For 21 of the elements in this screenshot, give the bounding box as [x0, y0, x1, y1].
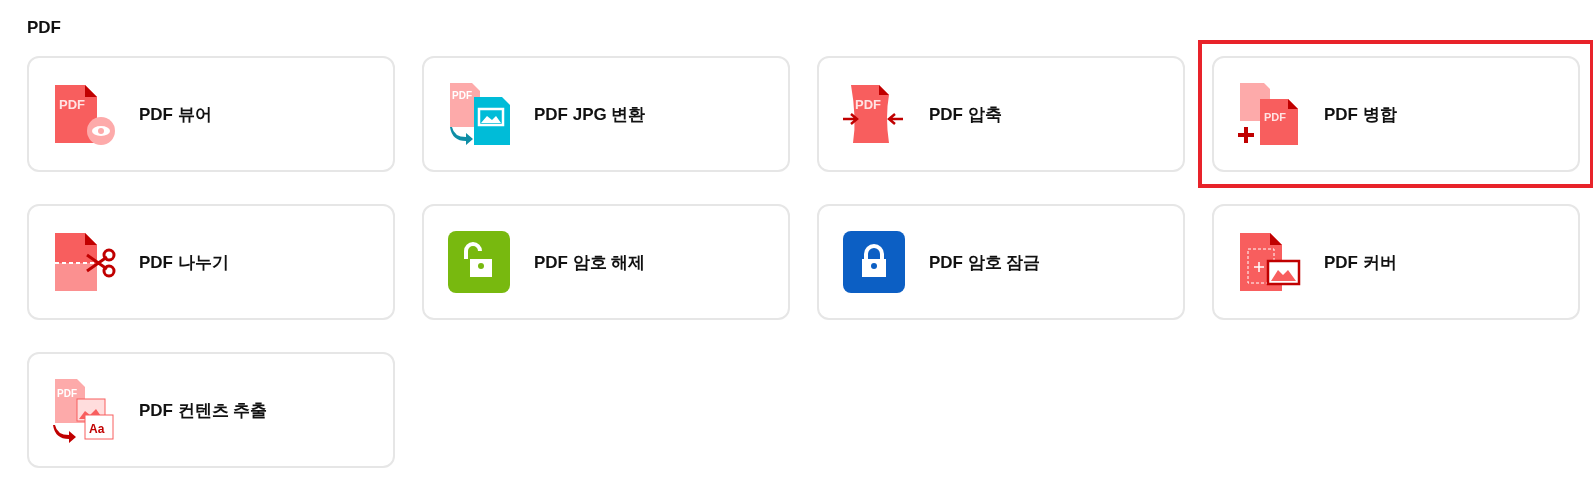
padlock-icon: [841, 229, 907, 295]
tool-card[interactable]: PDF 나누기: [27, 204, 395, 320]
tool-label: PDF 암호 해제: [534, 251, 646, 274]
tool-label: PDF JPG 변환: [534, 103, 646, 126]
tool-card[interactable]: PDF PDF 뷰어: [27, 56, 395, 172]
tool-label: PDF 커버: [1324, 251, 1397, 274]
tool-card[interactable]: PDF PDF 병합: [1212, 56, 1580, 172]
section-title: PDF: [27, 18, 62, 38]
tool-label: PDF 압축: [929, 103, 1002, 126]
tool-label: PDF 나누기: [139, 251, 229, 274]
unlocked-padlock-icon: [446, 229, 512, 295]
tool-card[interactable]: PDF PDF JPG 변환: [422, 56, 790, 172]
tool-label: PDF 컨텐츠 추출: [139, 399, 268, 422]
tool-card[interactable]: PDF Aa PDF 컨텐츠 추출: [27, 352, 395, 468]
tool-card[interactable]: PDF 암호 해제: [422, 204, 790, 320]
tool-label: PDF 뷰어: [139, 103, 212, 126]
tool-card[interactable]: PDF PDF 압축: [817, 56, 1185, 172]
tool-label: PDF 병합: [1324, 103, 1397, 126]
tool-card[interactable]: PDF 커버: [1212, 204, 1580, 320]
tool-label: PDF 암호 잠금: [929, 251, 1041, 274]
tool-card[interactable]: PDF 암호 잠금: [817, 204, 1185, 320]
